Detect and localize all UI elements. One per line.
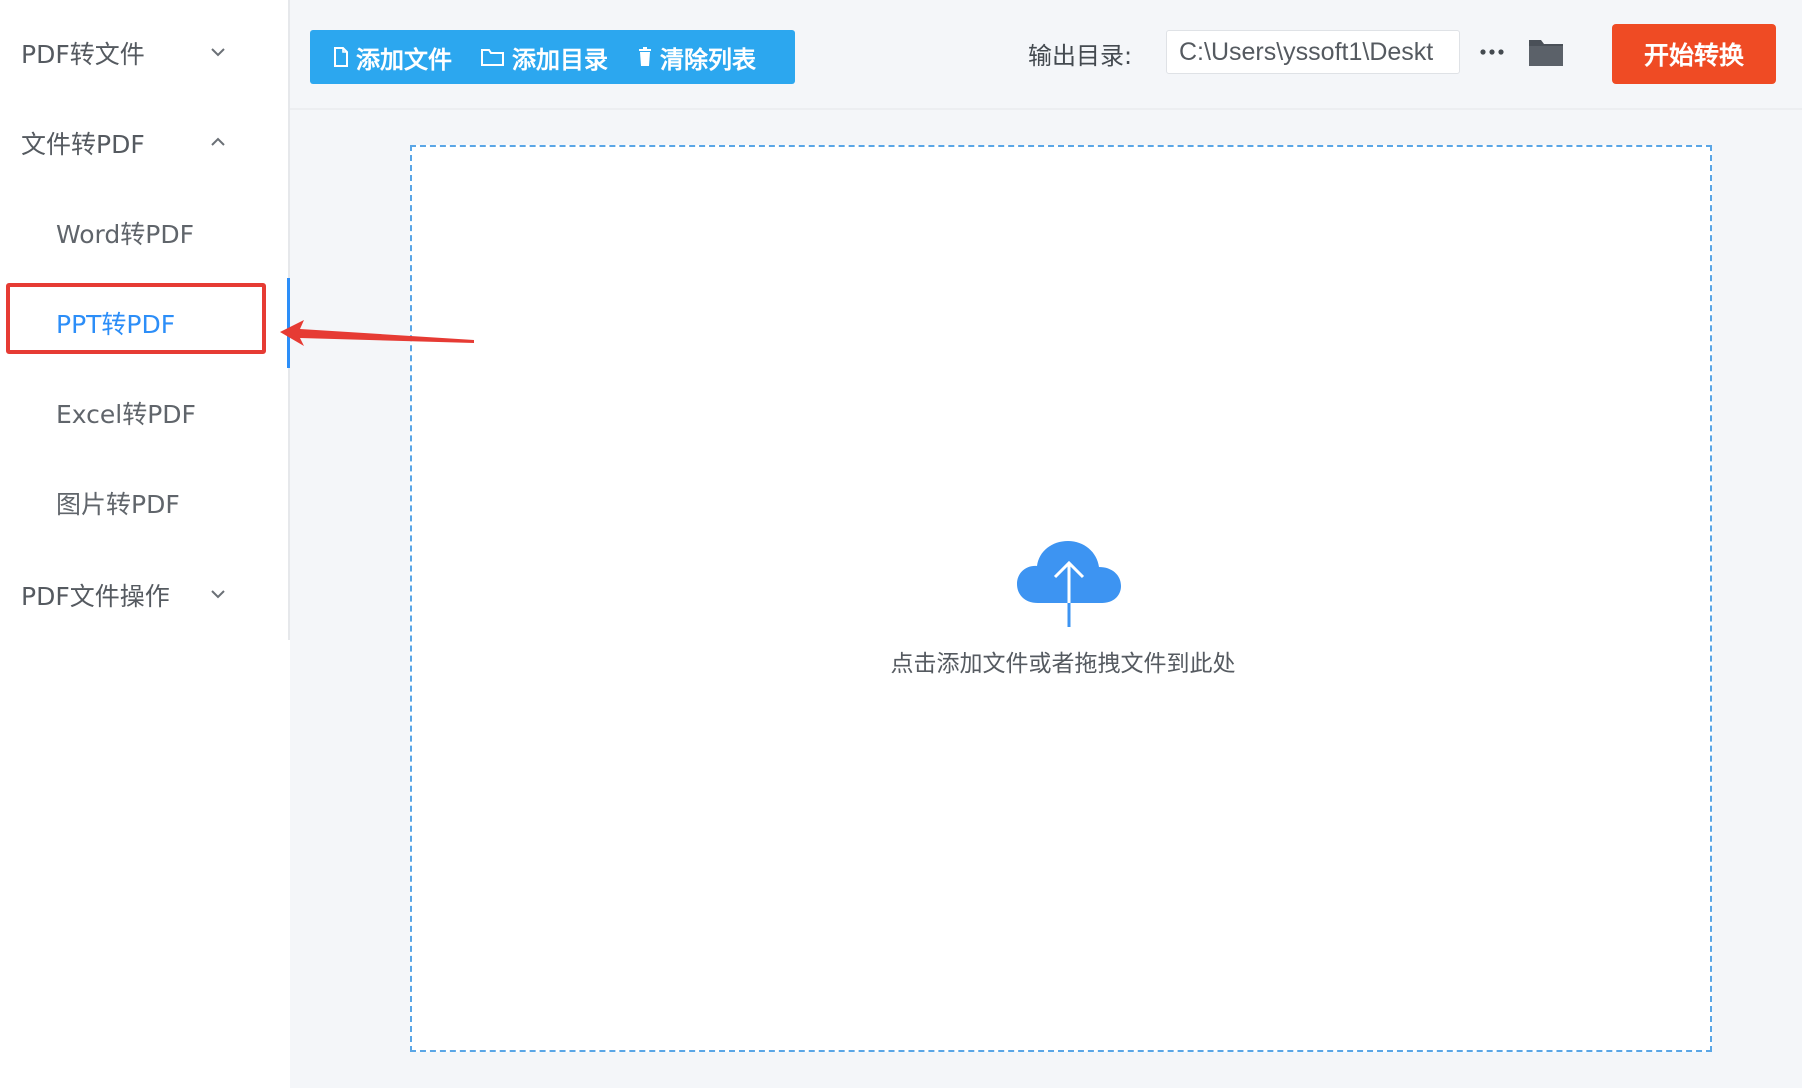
sidebar-item-ppt-to-pdf[interactable]: PPT转PDF <box>0 288 288 358</box>
nav-group-pdf-to-file[interactable]: PDF转文件 <box>0 18 288 88</box>
sidebar-item-excel-to-pdf[interactable]: Excel转PDF <box>0 378 288 448</box>
add-folder-label: 添加目录 <box>512 45 608 74</box>
clear-list-button[interactable]: 清除列表 <box>636 30 756 84</box>
add-folder-button[interactable]: 添加目录 <box>480 30 608 84</box>
output-directory-field[interactable] <box>1166 30 1460 74</box>
sidebar-item-label: Word转PDF <box>56 220 194 249</box>
cloud-upload-icon <box>1017 541 1121 627</box>
trash-icon <box>639 47 651 66</box>
sidebar-item-label: 图片转PDF <box>56 490 180 519</box>
file-icon <box>334 47 348 67</box>
nav-group-pdf-operations[interactable]: PDF文件操作 <box>0 560 288 630</box>
chevron-down-icon <box>211 48 225 57</box>
nav-group-label: 文件转PDF <box>21 130 145 159</box>
sidebar: PDF转文件 文件转PDF Word转PDF PPT转PDF Excel转PDF… <box>0 0 288 1088</box>
nav-group-file-to-pdf[interactable]: 文件转PDF <box>0 108 288 178</box>
toolbar: 添加文件 添加目录 清除列表 输出目录: C:\Users\yssoft1\De… <box>290 0 1802 110</box>
sidebar-item-word-to-pdf[interactable]: Word转PDF <box>0 198 288 268</box>
add-file-button[interactable]: 添加文件 <box>332 30 452 84</box>
ellipsis-icon[interactable] <box>1474 34 1510 70</box>
main-panel: 添加文件 添加目录 清除列表 输出目录: C:\Users\yssoft1\De… <box>290 0 1802 1088</box>
folder-outline-icon <box>481 49 504 66</box>
folder-icon[interactable] <box>1526 34 1566 70</box>
sidebar-item-label: PPT转PDF <box>56 310 176 339</box>
output-directory-label: 输出目录: <box>1028 42 1133 70</box>
chevron-up-icon <box>211 137 225 146</box>
nav-group-label: PDF转文件 <box>21 40 145 69</box>
add-file-label: 添加文件 <box>356 45 452 74</box>
sidebar-item-image-to-pdf[interactable]: 图片转PDF <box>0 468 288 538</box>
app-window: PDF转文件 文件转PDF Word转PDF PPT转PDF Excel转PDF… <box>0 0 1802 1088</box>
dropzone-hint-text: 点击添加文件或者拖拽文件到此处 <box>890 651 1236 677</box>
sidebar-item-label: Excel转PDF <box>56 400 196 429</box>
file-button-group: 添加文件 添加目录 清除列表 <box>310 30 795 84</box>
start-convert-label: 开始转换 <box>1643 41 1744 70</box>
start-convert-button[interactable]: 开始转换 <box>1612 24 1776 84</box>
clear-list-label: 清除列表 <box>660 45 756 74</box>
nav-group-label: PDF文件操作 <box>21 582 170 611</box>
file-dropzone[interactable]: 点击添加文件或者拖拽文件到此处 <box>410 145 1712 1052</box>
chevron-down-icon <box>211 590 225 599</box>
